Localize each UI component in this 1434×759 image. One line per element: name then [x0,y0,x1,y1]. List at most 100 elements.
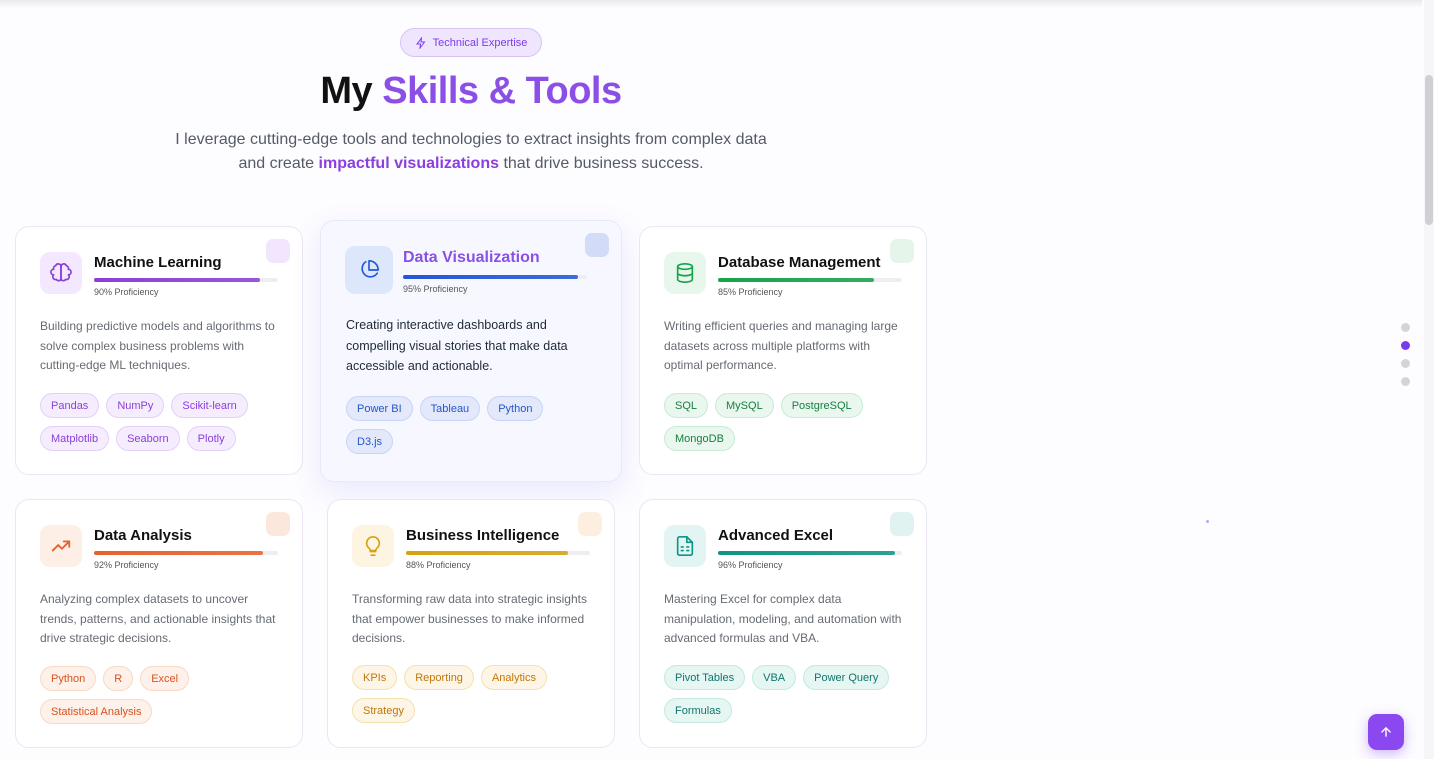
tag-list: KPIs Reporting Analytics Strategy [352,665,602,723]
proficiency-label: 95% Proficiency [403,284,468,294]
tag-list: SQL MySQL PostgreSQL MongoDB [664,393,914,451]
card-title: Advanced Excel [718,527,834,544]
proficiency-bar [718,551,902,555]
skill-tag: Strategy [352,698,415,723]
proficiency-bar [718,278,902,282]
skill-tag: Plotly [186,426,236,451]
card-corner-decoration [266,239,290,263]
proficiency-fill [406,551,568,555]
skill-tag: MongoDB [664,426,735,451]
proficiency-bar [403,275,587,279]
scrollbar-thumb[interactable] [1425,75,1433,225]
skill-tag: Pivot Tables [664,665,746,690]
skill-card-database-management[interactable]: Database Management 85% Proficiency Writ… [639,226,927,475]
card-title: Data Analysis [94,527,192,544]
card-corner-decoration [890,512,914,536]
skill-tag: Reporting [404,665,474,690]
card-description: Creating interactive dashboards and comp… [346,318,568,373]
card-icon-box [40,252,82,294]
section-subtitle: I leverage cutting-edge tools and techno… [170,128,772,176]
proficiency-label: 90% Proficiency [94,287,159,297]
card-corner-decoration [890,239,914,263]
back-to-top-button[interactable] [1368,714,1404,750]
skill-tag: KPIs [352,665,398,690]
proficiency-fill [94,551,264,555]
skill-card-advanced-excel[interactable]: Advanced Excel 96% Proficiency Mastering… [639,499,927,748]
skill-tag: D3.js [346,429,394,454]
skill-tag: SQL [664,393,709,418]
skill-tag: Python [40,666,97,691]
lightbulb-icon [365,536,381,556]
header-shadow [0,0,1422,8]
proficiency-label: 85% Proficiency [718,287,783,297]
card-corner-decoration [585,233,609,257]
skill-tag: Power BI [346,396,413,421]
subtitle-highlight: impactful visualizations [318,155,499,172]
spreadsheet-icon [676,536,694,556]
skill-tag: R [103,666,134,691]
proficiency-bar [406,551,590,555]
subtitle-part2: that drive business success. [503,155,704,172]
section-nav-dot[interactable] [1401,341,1410,350]
proficiency-fill [94,278,260,282]
section-nav-dot[interactable] [1401,377,1410,386]
card-title: Business Intelligence [406,527,560,544]
card-icon-box [664,525,706,567]
card-title: Machine Learning [94,254,222,271]
skill-tag: MySQL [715,393,774,418]
tag-list: Python R Excel Statistical Analysis [40,666,290,724]
skill-card-machine-learning[interactable]: Machine Learning 90% Proficiency Buildin… [15,226,303,475]
card-corner-decoration [266,512,290,536]
section-dot-nav [1401,323,1410,395]
skill-tag: Matplotlib [40,426,110,451]
title-accent: Skills & Tools [382,70,622,112]
card-title: Data Visualization [403,249,540,266]
skill-tag: Analytics [480,665,547,690]
decorative-dot [1206,520,1209,523]
scrollbar[interactable] [1424,0,1434,759]
proficiency-label: 88% Proficiency [406,560,471,570]
skill-tag: Power Query [803,665,890,690]
skill-tag: PostgreSQL [780,393,863,418]
tag-list: Power BI Tableau Python D3.js [346,396,596,454]
proficiency-fill [403,275,578,279]
card-corner-decoration [578,512,602,536]
tag-list: Pivot Tables VBA Power Query Formulas [664,665,914,723]
proficiency-label: 92% Proficiency [94,560,159,570]
badge-label: Technical Expertise [432,36,528,49]
section-nav-dot[interactable] [1401,323,1410,332]
proficiency-bar [94,551,278,555]
arrow-up-icon [1381,727,1391,737]
skill-tag: Tableau [419,396,481,421]
skill-tag: Formulas [664,698,732,723]
brain-icon [50,263,72,282]
skill-tag: Statistical Analysis [40,699,153,724]
section-nav-dot[interactable] [1401,359,1410,368]
skill-tag: VBA [752,665,797,690]
sparkle-icon [415,36,426,49]
title-plain: My [320,70,373,112]
skill-tag: Seaborn [116,426,180,451]
card-description: Transforming raw data into strategic ins… [352,592,587,645]
skill-tag: NumPy [106,393,165,418]
card-title: Database Management [718,254,881,271]
card-description: Writing efficient queries and managing l… [664,319,898,372]
skill-tag: Scikit-learn [171,393,248,418]
proficiency-fill [718,551,895,555]
skill-card-data-visualization[interactable]: Data Visualization 95% Proficiency Creat… [320,220,622,482]
card-description: Analyzing complex datasets to uncover tr… [40,592,276,645]
card-description: Mastering Excel for complex data manipul… [664,592,902,645]
card-icon-box [664,252,706,294]
tag-list: Pandas NumPy Scikit-learn Matplotlib Seaborn… [40,393,290,451]
skill-card-data-analysis[interactable]: Data Analysis 92% Proficiency Analyzing … [15,499,303,748]
proficiency-fill [718,278,875,282]
skill-card-business-intelligence[interactable]: Business Intelligence 88% Proficiency Tr… [327,499,615,748]
card-description: Building predictive models and algorithm… [40,319,275,372]
section-badge: Technical Expertise [400,28,542,57]
card-icon-box [345,246,393,294]
pie-chart-icon [361,260,379,278]
card-icon-box [352,525,394,567]
database-icon [676,263,694,283]
proficiency-label: 96% Proficiency [718,560,783,570]
skill-tag: Excel [140,666,190,691]
